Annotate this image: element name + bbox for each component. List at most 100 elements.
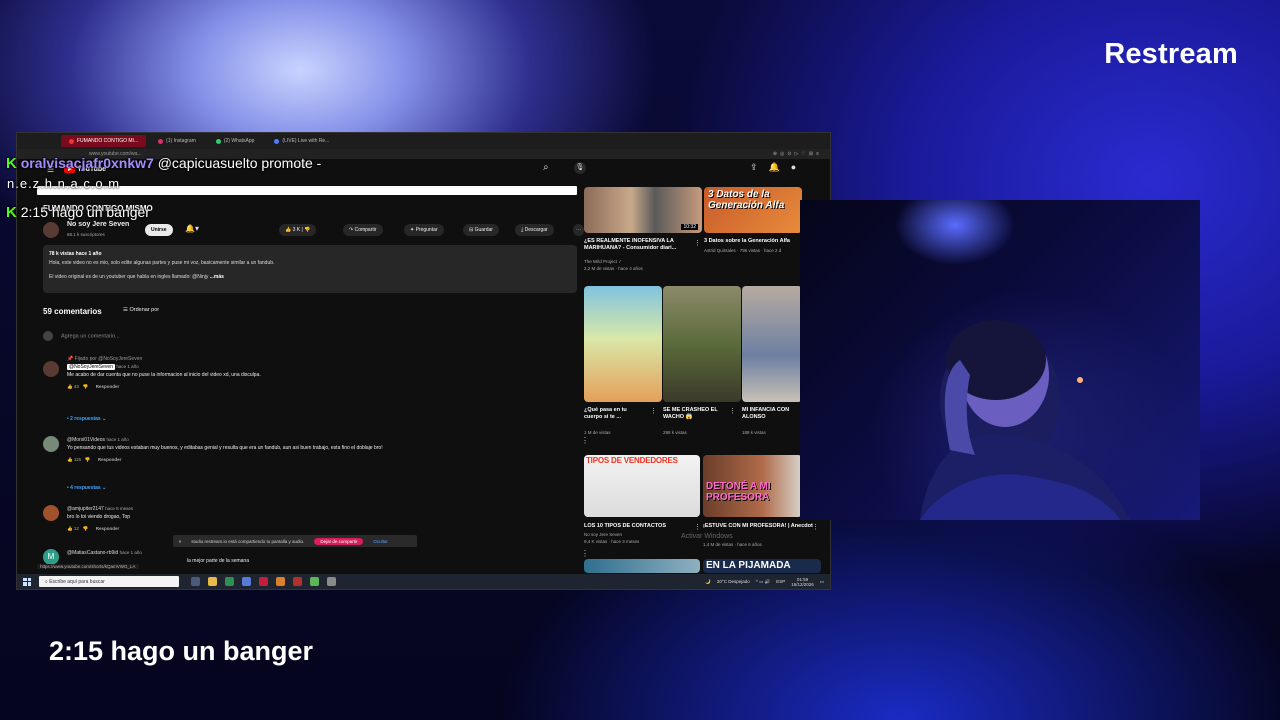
language-indicator[interactable]: ESP [776, 579, 785, 584]
short-stats: 188 k vistas [742, 430, 766, 435]
comment-text: Yo pensando que tus videos estaban muy b… [67, 445, 383, 451]
download-button[interactable]: ⤓ Descargar [515, 224, 554, 236]
desc-more-link[interactable]: ...más [210, 274, 224, 280]
comment-time: hace 1 año [116, 364, 139, 369]
comment-author[interactable]: @MatiasCastano-rb9id [67, 550, 118, 556]
comment-author[interactable]: @amjupiter2147 [67, 506, 104, 512]
app-icon[interactable] [310, 577, 319, 586]
app-icon[interactable] [293, 577, 302, 586]
taskbar-search-placeholder: Escribe aquí para buscar [49, 578, 105, 585]
file-explorer-icon[interactable] [208, 577, 217, 586]
video-stats: 2,2 M de vistas · hace 4 años [584, 266, 643, 271]
tab-restream[interactable]: (LIVE) Live with Re... [266, 135, 337, 147]
hide-button[interactable]: Ocultar [373, 539, 388, 544]
avatar[interactable] [43, 361, 59, 377]
video-thumbnail[interactable]: 3 Datos de la Generación Alfa [704, 187, 802, 233]
tray-icons[interactable]: ^ ▭ 🔊 [756, 579, 770, 585]
windows-start-icon[interactable] [23, 577, 31, 586]
notifications-icon[interactable]: ▭ [820, 579, 824, 585]
avatar[interactable] [43, 505, 59, 521]
comment-text: bro lo toi viendo drogao, Top [67, 514, 131, 520]
share-label: Compartir [354, 227, 377, 233]
chat-text: 2:15 hago un banger [20, 204, 150, 220]
restream-logo: Restream [1104, 38, 1238, 70]
reply-button[interactable]: Responder [98, 457, 122, 462]
channel-name[interactable]: No soy Jere Seven [67, 221, 129, 228]
replies-toggle[interactable]: • 2 respuestas ⌄ [67, 416, 106, 422]
replies-toggle[interactable]: • 4 respuestas ⌄ [67, 485, 106, 491]
app-icon[interactable] [276, 577, 285, 586]
stop-sharing-button[interactable]: Dejar de compartir [314, 537, 364, 545]
webcam-feed [800, 200, 1200, 520]
app-icon[interactable] [225, 577, 234, 586]
reply-button[interactable]: Responder [96, 384, 120, 389]
comment-menu-icon[interactable]: ⋮ [581, 436, 589, 445]
app-icon[interactable] [327, 577, 336, 586]
share-notice-text: studio.restream.io está compartiendo tu … [191, 538, 305, 544]
desc-line: El video original es de un youtuber que … [49, 274, 209, 280]
save-button[interactable]: ⊟ Guardar [463, 224, 499, 236]
video-thumbnail[interactable]: EN LA PIJAMADA [703, 559, 821, 573]
browser-tools-icons: ⊕◎⊙▷♡⊞≡ [772, 151, 822, 157]
description-box[interactable]: 78 k vistas hace 1 año Hola, este video … [43, 245, 577, 293]
video-menu-icon[interactable]: ⋮ [812, 523, 819, 531]
reply-button[interactable]: Responder [96, 526, 120, 531]
more-options-icon[interactable]: ⋯ [573, 224, 584, 236]
video-menu-icon[interactable]: ⋮ [694, 523, 701, 531]
chat-username: oralvisacjafr0xnkw7 [20, 155, 154, 171]
short-menu-icon[interactable]: ⋮ [650, 407, 657, 415]
short-title-link[interactable]: SE ME CRASHEO EL WACHO 😱 [663, 407, 725, 421]
video-title-link[interactable]: ¿ES REALMENTE INOFENSIVA LA MARIHUANA? -… [584, 238, 696, 252]
short-thumbnail[interactable] [584, 286, 662, 402]
tab-label: (LIVE) Live with Re... [282, 138, 330, 144]
opera-gx-icon[interactable] [259, 577, 268, 586]
ask-button[interactable]: ✦ Preguntar [404, 224, 444, 236]
header-actions-icons[interactable]: ⇪🔔● [750, 162, 807, 173]
bell-icon[interactable]: 🔔▾ [185, 224, 199, 233]
video-meta: Astrid Quintales · 796 vistas · hace 2 d [704, 248, 782, 253]
comment-likes: 115 [73, 457, 82, 462]
app-icon[interactable] [242, 577, 251, 586]
video-title-link[interactable]: ¡ESTUVE CON MI PROFESORA! | Anecdotas de… [703, 523, 813, 530]
join-button[interactable]: Unirse [145, 224, 173, 236]
task-view-icon[interactable] [191, 577, 200, 586]
restream-tab-icon [274, 138, 280, 144]
short-title-link[interactable]: ¿Qué pasa en tu cuerpo si te ... [584, 407, 646, 421]
tab-youtube[interactable]: FUMANDO CONTIGO MI... [61, 135, 147, 147]
video-thumbnail[interactable] [584, 559, 700, 573]
video-thumbnail[interactable]: TIPOS DE VENDEDORES [584, 455, 700, 517]
short-title-link[interactable]: MI INFANCIA CON ALONSO [742, 407, 802, 421]
weather-text[interactable]: 20°C Despejado [717, 579, 750, 584]
clock[interactable]: 01:59 16/12/2026 [791, 577, 814, 587]
add-comment-field[interactable]: Agrega un comentario... [43, 331, 120, 341]
tab-instagram[interactable]: (1) Instagram [150, 135, 204, 147]
taskbar-search-input[interactable]: ⌕ Escribe aquí para buscar [39, 576, 179, 587]
video-thumbnail[interactable]: DETONÉ A MI PROFESORA [703, 455, 802, 517]
comment-likes: 43 [73, 384, 79, 389]
sort-button[interactable]: ☰ Ordenar por [123, 307, 159, 313]
chat-message-continuation: n.e.z.h.n.a.c.o.m [7, 176, 121, 191]
video-title-link[interactable]: LOS 10 TIPOS DE CONTACTOS [584, 523, 696, 530]
short-thumbnail[interactable] [663, 286, 741, 402]
share-button[interactable]: ↷ Compartir [343, 224, 383, 236]
video-thumbnail[interactable]: 10:32 [584, 187, 702, 233]
short-menu-icon[interactable]: ⋮ [729, 407, 736, 415]
video-menu-icon[interactable]: ⋮ [694, 239, 701, 247]
whatsapp-icon [215, 138, 221, 144]
mic-icon[interactable]: 🎙 [574, 162, 586, 174]
comment-time: hace 1 año [119, 550, 142, 555]
video-title-link[interactable]: 3 Datos sobre la Generación Alfa [704, 238, 804, 245]
comment-author[interactable]: @Morsi01Videos [67, 437, 105, 443]
tab-label: (2) WhatsApp [223, 138, 255, 144]
comment-menu-icon[interactable]: ⋮ [581, 549, 589, 558]
short-stats: 1 M de vistas [584, 430, 611, 435]
avatar[interactable]: M [43, 549, 59, 565]
avatar[interactable] [43, 436, 59, 452]
short-thumbnail[interactable] [742, 286, 802, 402]
comment-author[interactable]: @NoSoyJereSeven [67, 364, 115, 370]
like-button[interactable]: 👍 3 K | 👎 [279, 224, 317, 236]
tab-whatsapp[interactable]: (2) WhatsApp [208, 135, 263, 147]
channel-avatar[interactable] [43, 222, 59, 238]
search-icon[interactable]: ⌕ [543, 162, 549, 173]
weather-icon: 🌙 [705, 578, 711, 584]
